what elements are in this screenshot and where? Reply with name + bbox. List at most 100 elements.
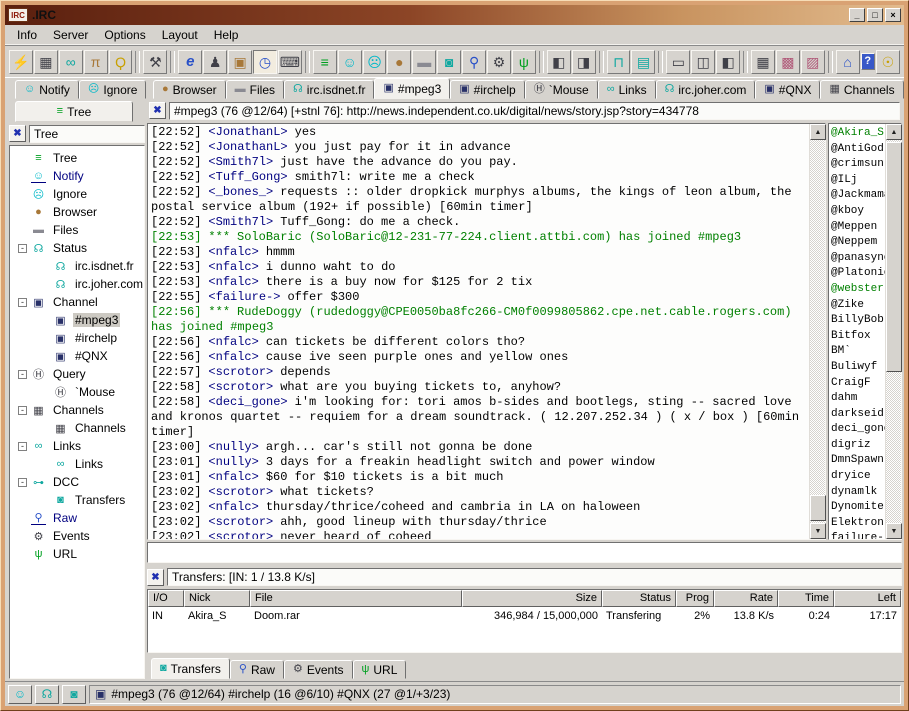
toolbar-button[interactable]: ▣ — [228, 50, 252, 74]
tree-item[interactable]: ψ URL — [10, 545, 144, 563]
main-tab[interactable]: Ⓗ`Mouse — [525, 80, 598, 99]
toolbar-button[interactable]: ▩ — [776, 50, 800, 74]
toolbar-button[interactable]: ◨ — [572, 50, 596, 74]
toolbar-button[interactable]: ▨ — [801, 50, 825, 74]
toolbar-button[interactable]: ▦ — [751, 50, 775, 74]
nick-item[interactable]: Dynomite- — [831, 500, 885, 516]
nick-item[interactable]: CraigF — [831, 376, 885, 392]
nick-item[interactable]: Buliwyf — [831, 360, 885, 376]
expand-toggle[interactable]: - — [18, 370, 27, 379]
expand-toggle[interactable]: - — [18, 298, 27, 307]
tree-item[interactable]: ◙ Transfers — [10, 491, 144, 509]
toolbar-button[interactable]: ◫ — [691, 50, 715, 74]
scroll-thumb[interactable] — [810, 495, 826, 521]
tree-item[interactable]: ☹ Ignore — [10, 185, 144, 203]
close-topic-button[interactable]: ✖ — [149, 102, 166, 119]
toolbar-button[interactable]: ☉ — [876, 50, 900, 74]
nick-item[interactable]: @ILj — [831, 173, 885, 189]
toolbar-button[interactable]: ◧ — [547, 50, 571, 74]
tree-item[interactable]: ▣ #mpeg3 — [10, 311, 144, 329]
tree-item[interactable]: ▣ #irchelp — [10, 329, 144, 347]
close-button[interactable]: × — [885, 8, 901, 22]
toolbar-button[interactable]: ▦ — [34, 50, 58, 74]
tree-item[interactable]: ▦ Channels — [10, 419, 144, 437]
dock-tab[interactable]: ☺Notify — [15, 80, 79, 99]
expand-toggle[interactable]: - — [18, 478, 27, 487]
main-tab[interactable]: ☊irc.joher.com — [656, 80, 756, 99]
nick-item[interactable]: darkseid — [831, 407, 885, 423]
bottom-tab[interactable]: ⚲Raw — [230, 660, 284, 679]
nick-item[interactable]: Bitfox — [831, 329, 885, 345]
toolbar-button[interactable]: ⌨ — [278, 50, 302, 74]
toolbar-button[interactable]: ◧ — [716, 50, 740, 74]
tree-item[interactable]: - Ⓗ Query — [10, 365, 144, 383]
toolbar-button[interactable]: ⌂ — [836, 50, 860, 74]
expand-toggle[interactable]: - — [18, 442, 27, 451]
nick-item[interactable]: Elektron — [831, 516, 885, 532]
tree-item[interactable]: ● Browser — [10, 203, 144, 221]
maximize-button[interactable]: □ — [867, 8, 883, 22]
scroll-down-arrow[interactable]: ▼ — [810, 523, 826, 539]
column-header[interactable]: I/O — [148, 590, 184, 607]
tree-item[interactable]: ▣ #QNX — [10, 347, 144, 365]
nick-item[interactable]: @AntiGod — [831, 142, 885, 158]
nick-item[interactable]: @Neppem — [831, 235, 885, 251]
tree-item[interactable]: ☊ irc.joher.com — [10, 275, 144, 293]
toolbar-button[interactable]: ∞ — [59, 50, 83, 74]
main-tab[interactable]: ▣#mpeg3 — [374, 78, 450, 99]
toolbar-button[interactable]: ⊓ — [607, 50, 631, 74]
column-header[interactable]: Nick — [184, 590, 250, 607]
dcc-status-button[interactable]: ◙ — [62, 685, 86, 704]
main-tab[interactable]: ▣#QNX — [755, 80, 820, 99]
toolbar-button[interactable]: ● — [387, 50, 411, 74]
menu-item[interactable]: Info — [9, 26, 45, 44]
nick-scrollbar[interactable]: ▲ ▼ — [885, 124, 901, 539]
nick-item[interactable]: digriz — [831, 438, 885, 454]
tree-item[interactable]: ☺ Notify — [10, 167, 144, 185]
toolbar-button[interactable]: ⚙ — [487, 50, 511, 74]
tree-item[interactable]: - ▦ Channels — [10, 401, 144, 419]
main-tab[interactable]: ●Browser — [153, 80, 226, 99]
nick-item[interactable]: BM` — [831, 344, 885, 360]
nick-item[interactable]: BillyBob — [831, 313, 885, 329]
toolbar-button[interactable]: ? — [861, 53, 875, 70]
main-tab[interactable]: ▣#irchelp — [450, 80, 524, 99]
column-header[interactable]: Time — [778, 590, 834, 607]
nick-item[interactable]: @webster — [831, 282, 885, 298]
scroll-up-arrow[interactable]: ▲ — [886, 124, 902, 140]
tree-item[interactable]: ⚲ Raw — [10, 509, 144, 527]
tree-item[interactable]: ▬ Files — [10, 221, 144, 239]
table-row[interactable]: IN Akira_S Doom.rar 346,984 / 15,000,000… — [148, 607, 901, 625]
tree-item[interactable]: Ⓗ `Mouse — [10, 383, 144, 401]
tree-item[interactable]: - ⊶ DCC — [10, 473, 144, 491]
toolbar-button[interactable]: ⚡ — [9, 50, 33, 74]
nick-item[interactable]: failure- — [831, 531, 885, 539]
nick-item[interactable]: @crimsun — [831, 157, 885, 173]
column-header[interactable]: Left — [834, 590, 901, 607]
column-header[interactable]: Rate — [714, 590, 778, 607]
tree-item[interactable]: ⚙ Events — [10, 527, 144, 545]
tree-item[interactable]: - ☊ Status — [10, 239, 144, 257]
expand-toggle[interactable]: - — [18, 406, 27, 415]
close-tree-button[interactable]: ✖ — [9, 125, 26, 142]
nick-item[interactable]: dynamlk — [831, 485, 885, 501]
nick-item[interactable]: @kboy — [831, 204, 885, 220]
nick-item[interactable]: dryice — [831, 469, 885, 485]
tree-item[interactable]: ∞ Links — [10, 455, 144, 473]
toolbar-button[interactable]: e — [178, 50, 202, 74]
scroll-up-arrow[interactable]: ▲ — [810, 124, 826, 140]
main-tab[interactable]: ☊irc.isdnet.fr — [284, 80, 374, 99]
column-header[interactable]: File — [250, 590, 462, 607]
tree-item[interactable]: ≡ Tree — [10, 149, 144, 167]
nick-item[interactable]: @Zike — [831, 298, 885, 314]
nick-item[interactable]: deci_gone — [831, 422, 885, 438]
message-input[interactable] — [148, 543, 901, 562]
tree-item[interactable]: ☊ irc.isdnet.fr — [10, 257, 144, 275]
toolbar-button[interactable]: ◷ — [253, 50, 277, 74]
toolbar-button[interactable]: ▤ — [631, 50, 655, 74]
nick-item[interactable]: @Meppen — [831, 220, 885, 236]
minimize-button[interactable]: _ — [849, 8, 865, 22]
scroll-thumb[interactable] — [886, 142, 902, 372]
toolbar-button[interactable]: ⚲ — [462, 50, 486, 74]
toolbar-button[interactable]: ⚒ — [143, 50, 167, 74]
